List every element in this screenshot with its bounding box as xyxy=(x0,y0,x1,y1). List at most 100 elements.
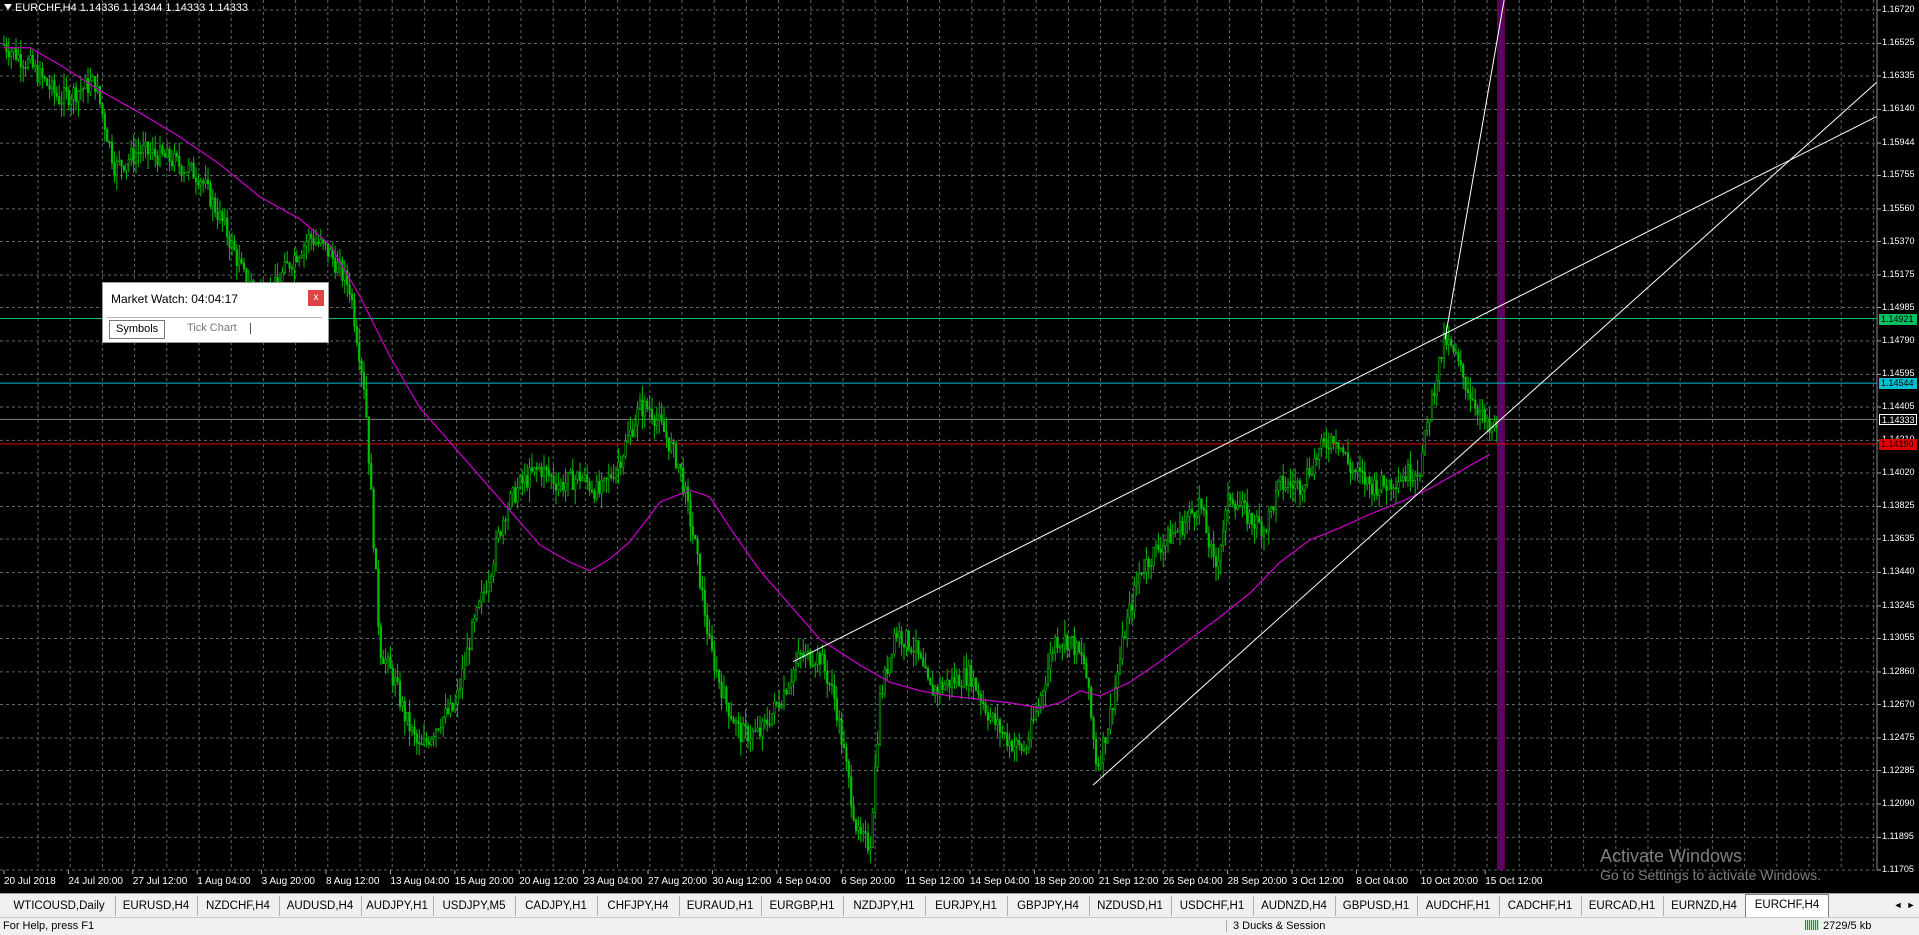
candle-body xyxy=(1205,509,1208,534)
tab-tick-chart[interactable]: Tick Chart xyxy=(181,320,243,337)
candle-body xyxy=(943,684,946,690)
chart-tab-gbpusd-h1[interactable]: GBPUSD,H1 xyxy=(1335,896,1418,916)
chart-tab-audnzd-h4[interactable]: AUDNZD,H4 xyxy=(1253,896,1336,916)
chart-tab-eurjpy-h1[interactable]: EURJPY,H1 xyxy=(925,896,1008,916)
candle-body xyxy=(221,211,224,221)
chart-tab-chfjpy-h4[interactable]: CHFJPY,H4 xyxy=(597,896,680,916)
candle-body xyxy=(396,677,399,682)
chart-tab-nzdjpy-h1[interactable]: NZDJPY,H1 xyxy=(843,896,926,916)
chart-tab-cadjpy-h1[interactable]: CADJPY,H1 xyxy=(515,896,598,916)
candle-body xyxy=(1202,507,1206,511)
candle-body xyxy=(182,172,186,175)
price-label: 1.16525 xyxy=(1882,37,1915,48)
profile-name[interactable]: 3 Ducks & Session xyxy=(1226,920,1325,932)
candle-body xyxy=(574,478,577,490)
candle-body xyxy=(905,630,908,648)
chart-tab-audchf-h1[interactable]: AUDCHF,H1 xyxy=(1417,896,1500,916)
candle-body xyxy=(46,78,49,86)
market-watch-panel[interactable]: Market Watch: 04:04:17 x Symbols Tick Ch… xyxy=(102,282,329,343)
tab-scroll-left-icon[interactable]: ◄ xyxy=(1892,897,1904,913)
chart-tab-usdjpy-m5[interactable]: USDJPY,M5 xyxy=(433,896,516,916)
chart-tab-eurusd-h4[interactable]: EURUSD,H4 xyxy=(115,896,198,916)
candle-body xyxy=(437,728,440,731)
time-label: 23 Aug 04:00 xyxy=(583,876,643,887)
chart-tab-audjpy-h1[interactable]: AUDJPY,H1 xyxy=(361,896,434,916)
candle-body xyxy=(658,414,661,421)
candle-body xyxy=(175,153,178,157)
candle-body xyxy=(590,489,594,493)
candle-body xyxy=(192,162,195,179)
chart-tab-gbpjpy-h4[interactable]: GBPJPY,H4 xyxy=(1007,896,1090,916)
candle-body xyxy=(1224,510,1227,532)
candle-body xyxy=(468,647,471,650)
close-button[interactable]: x xyxy=(308,290,324,306)
candle-body xyxy=(1020,744,1023,751)
candle-body xyxy=(478,601,481,608)
candle-body xyxy=(1392,487,1395,490)
candle-body xyxy=(1061,644,1064,647)
dropdown-triangle-icon[interactable] xyxy=(4,4,12,10)
candle-body xyxy=(739,723,742,743)
chart-tab-eurnzd-h4[interactable]: EURNZD,H4 xyxy=(1663,896,1746,916)
candle-body xyxy=(701,587,704,591)
candle-body xyxy=(533,467,536,472)
candle-body xyxy=(382,657,385,664)
candle-body xyxy=(1142,571,1146,574)
candle-body xyxy=(74,87,78,102)
tab-divider xyxy=(250,323,251,334)
candle-body xyxy=(1044,684,1047,692)
candle-body xyxy=(106,129,109,143)
candle-body xyxy=(1272,506,1275,511)
candle-body xyxy=(607,474,610,480)
candle-body xyxy=(850,776,853,807)
candle-body xyxy=(535,467,538,470)
candle-body xyxy=(1054,637,1057,654)
chart-tab-usdchf-h1[interactable]: USDCHF,H1 xyxy=(1171,896,1254,916)
candle-body xyxy=(578,471,582,482)
candle-body xyxy=(1459,360,1462,365)
chart-tab-eurgbp-h1[interactable]: EURGBP,H1 xyxy=(761,896,844,916)
candle-body xyxy=(569,470,572,474)
candle-body xyxy=(679,463,682,469)
candle-body xyxy=(305,241,308,247)
candle-body xyxy=(962,668,966,688)
candle-body xyxy=(1426,422,1429,431)
candle-body xyxy=(146,141,150,155)
candle-body xyxy=(1358,467,1362,472)
candle-body xyxy=(38,68,42,83)
candle-body xyxy=(1243,500,1246,503)
candle-body xyxy=(1466,389,1470,393)
chart-tab-nzdusd-h1[interactable]: NZDUSD,H1 xyxy=(1089,896,1172,916)
chart-tab-eurcad-h1[interactable]: EURCAD,H1 xyxy=(1581,896,1664,916)
candle-body xyxy=(1037,705,1040,712)
candle-body xyxy=(511,487,514,495)
candle-body xyxy=(989,716,992,721)
candle-body xyxy=(22,66,25,69)
candle-body xyxy=(1330,436,1333,450)
chart-tab-euraud-h1[interactable]: EURAUD,H1 xyxy=(679,896,762,916)
candle-body xyxy=(838,718,841,721)
candle-body xyxy=(386,656,390,660)
chart-tab-eurchf-h4[interactable]: EURCHF,H4 xyxy=(1745,894,1829,917)
chart-tab-cadchf-h1[interactable]: CADCHF,H1 xyxy=(1499,896,1582,916)
candle-body xyxy=(1481,409,1484,412)
candle-body xyxy=(139,152,142,154)
chart-tab-audusd-h4[interactable]: AUDUSD,H4 xyxy=(279,896,362,916)
price-chart[interactable] xyxy=(0,0,1919,889)
candle-body xyxy=(770,713,774,726)
tab-symbols[interactable]: Symbols xyxy=(109,320,166,339)
candle-body xyxy=(1082,654,1086,664)
candle-body xyxy=(242,262,246,269)
candle-body xyxy=(1402,476,1405,481)
tab-scroll-right-icon[interactable]: ► xyxy=(1905,897,1917,913)
candle-body xyxy=(86,78,90,93)
candle-body xyxy=(1478,410,1482,415)
candle-body xyxy=(1382,475,1386,487)
chart-tab-nzdchf-h4[interactable]: NZDCHF,H4 xyxy=(197,896,280,916)
time-label: 20 Jul 2018 xyxy=(4,876,56,887)
chart-tab-wticousd-daily[interactable]: WTICOUSD,Daily xyxy=(3,896,116,916)
time-label: 6 Sep 20:00 xyxy=(841,876,896,887)
chart-area[interactable]: EURCHF,H4 1.14336 1.14344 1.14333 1.1433… xyxy=(0,0,1919,889)
candle-body xyxy=(758,727,762,737)
candle-body xyxy=(1063,634,1066,646)
